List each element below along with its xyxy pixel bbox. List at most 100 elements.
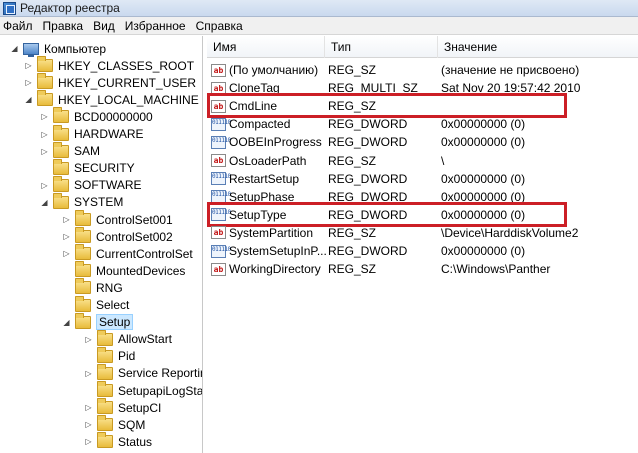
tree-item-label: SECURITY xyxy=(74,161,135,176)
tree-item-label: Setup xyxy=(96,314,134,331)
value-name-cell: ab SystemPartition xyxy=(211,224,327,242)
column-header-value[interactable]: Значение xyxy=(438,36,638,58)
value-row[interactable]: ab OsLoaderPath REG_SZ \ xyxy=(207,152,638,170)
folder-icon xyxy=(97,398,113,415)
collapsed-arrow-icon[interactable]: ▷ xyxy=(62,232,71,241)
value-data: C:\Windows\Panther xyxy=(441,262,551,277)
folder-icon xyxy=(53,158,69,175)
tree-item[interactable]: ▷ BCD00000000 xyxy=(40,107,153,125)
registry-values-list[interactable]: Имя Тип Значение ab (По умолчанию) REG_SZ(… xyxy=(207,36,638,453)
menu-view[interactable]: Вид xyxy=(88,17,120,35)
tree-item[interactable]: ▷ ControlSet002 xyxy=(62,227,173,245)
collapsed-arrow-icon[interactable]: ▷ xyxy=(24,78,33,87)
no-expander xyxy=(62,301,71,310)
tree-item-label: Компьютер xyxy=(44,41,107,56)
value-row[interactable]: 011110 OOBEInProgress REG_DWORD 0x00000000 … xyxy=(207,133,638,151)
tree-item[interactable]: ▷ HARDWARE xyxy=(40,124,144,143)
tree-item[interactable]: SECURITY xyxy=(40,158,135,177)
tree-item[interactable]: ▷ SQM xyxy=(84,415,145,433)
value-row[interactable]: 011110 RestartSetup REG_DWORD 0x00000000 (0… xyxy=(207,170,638,188)
collapsed-arrow-icon[interactable]: ▷ xyxy=(62,249,71,258)
menu-edit[interactable]: Правка xyxy=(38,17,89,35)
value-row[interactable]: ab SystemPartition REG_SZ \Device\HarddiskV… xyxy=(207,224,638,242)
collapsed-arrow-icon[interactable]: ▷ xyxy=(84,335,93,344)
expanded-arrow-icon[interactable]: ◢ xyxy=(40,198,49,207)
column-header-name[interactable]: Имя xyxy=(207,36,325,58)
tree-item-label: HKEY_CLASSES_ROOT xyxy=(58,58,195,73)
tree-item[interactable]: ◢ Компьютер xyxy=(10,40,106,57)
value-name-cell: ab (По умолчанию) xyxy=(211,61,327,79)
expanded-arrow-icon[interactable]: ◢ xyxy=(10,44,19,53)
tree-item[interactable]: RNG xyxy=(62,278,123,296)
tree-item[interactable]: ▷ HKEY_CLASSES_ROOT xyxy=(24,56,195,74)
folder-icon xyxy=(97,432,113,449)
tree-item-label: SetupCI xyxy=(118,400,162,415)
value-name: OsLoaderPath xyxy=(229,153,307,168)
collapsed-arrow-icon[interactable]: ▷ xyxy=(40,130,49,139)
tree-item[interactable]: ▷ SOFTWARE xyxy=(40,175,142,194)
collapsed-arrow-icon[interactable]: ▷ xyxy=(62,215,71,224)
tree-item-label: Pid xyxy=(118,349,136,364)
tree-item[interactable]: ▷ AllowStart xyxy=(84,329,172,348)
tree-item[interactable]: ▷ HKEY_CURRENT_USER xyxy=(24,73,197,91)
tree-item-label: HKEY_CURRENT_USER xyxy=(58,75,197,90)
binary-value-icon: 011110 xyxy=(211,117,231,131)
folder-icon xyxy=(75,227,91,244)
tree-item[interactable]: ▷ Service Reporting xyxy=(84,363,202,382)
collapsed-arrow-icon[interactable]: ▷ xyxy=(40,147,49,156)
tree-item[interactable]: ◢ HKEY_LOCAL_MACHINE xyxy=(24,90,199,108)
registry-key-tree[interactable]: ◢ Компьютер ▷ HKEY_CLASSES_ROOT ▷ HKEY_CURREN… xyxy=(0,36,203,453)
menu-favorites[interactable]: Избранное xyxy=(120,17,191,35)
no-expander xyxy=(62,283,71,292)
collapsed-arrow-icon[interactable]: ▷ xyxy=(40,112,49,121)
tree-item[interactable]: ◢ SYSTEM xyxy=(40,192,123,211)
folder-icon xyxy=(53,192,69,209)
value-name-cell: ab OsLoaderPath xyxy=(211,152,327,170)
menu-file[interactable]: Файл xyxy=(0,17,38,35)
tree-item-label: Service Reporting xyxy=(118,366,202,381)
tree-item[interactable]: ▷ SetupCI xyxy=(84,398,162,416)
value-type: REG_SZ xyxy=(328,225,377,240)
tree-item-label: HARDWARE xyxy=(74,127,144,141)
expanded-arrow-icon[interactable]: ◢ xyxy=(62,318,71,327)
tree-item[interactable]: ▷ SAM xyxy=(40,141,100,160)
tree-item-label: SOFTWARE xyxy=(74,178,142,193)
value-name: OOBEInProgress xyxy=(229,135,322,150)
folder-icon xyxy=(37,90,53,107)
collapsed-arrow-icon[interactable]: ▷ xyxy=(84,403,93,412)
folder-icon xyxy=(53,107,69,124)
no-expander xyxy=(62,266,71,275)
value-row[interactable]: ab (По умолчанию) REG_SZ (значение не присв… xyxy=(207,61,638,79)
tree-item-label: BCD00000000 xyxy=(74,109,153,124)
tree-item[interactable]: ▷ ControlSet001 xyxy=(62,210,173,228)
expanded-arrow-icon[interactable]: ◢ xyxy=(24,95,33,104)
tree-item[interactable]: ▷ CurrentControlSet xyxy=(62,244,193,262)
value-data: \ xyxy=(441,153,445,168)
menu-help[interactable]: Справка xyxy=(191,17,248,35)
collapsed-arrow-icon[interactable]: ▷ xyxy=(84,369,93,378)
tree-item[interactable]: SetupapiLogStatu xyxy=(84,381,202,399)
column-header-type[interactable]: Тип xyxy=(325,36,438,58)
folder-icon xyxy=(97,329,113,346)
computer-icon xyxy=(23,42,39,57)
tree-item[interactable]: Pid xyxy=(84,346,136,365)
value-row[interactable]: 011110 SystemSetupInP... REG_DWORD 0x000000… xyxy=(207,242,638,260)
value-name: SystemPartition xyxy=(229,225,314,240)
tree-item[interactable]: ▷ Status xyxy=(84,432,152,450)
tree-item-label: CurrentControlSet xyxy=(96,246,193,261)
collapsed-arrow-icon[interactable]: ▷ xyxy=(84,420,93,429)
value-name: Compacted xyxy=(229,117,291,132)
tree-item[interactable]: Select xyxy=(62,295,129,314)
value-row[interactable]: ab WorkingDirectory REG_SZ C:\Windows\Panth… xyxy=(207,260,638,278)
value-row[interactable]: 011110 Compacted REG_DWORD 0x00000000 (0) xyxy=(207,115,638,133)
collapsed-arrow-icon[interactable]: ▷ xyxy=(84,437,93,446)
tree-item[interactable]: ◢ Setup xyxy=(62,312,134,331)
no-expander xyxy=(84,386,93,395)
collapsed-arrow-icon[interactable]: ▷ xyxy=(40,181,49,190)
collapsed-arrow-icon[interactable]: ▷ xyxy=(24,61,33,70)
value-name: RestartSetup xyxy=(229,171,300,186)
tree-item[interactable]: MountedDevices xyxy=(62,261,185,279)
registry-editor-icon xyxy=(3,1,16,15)
no-expander xyxy=(40,164,49,173)
folder-open-icon xyxy=(75,312,91,329)
